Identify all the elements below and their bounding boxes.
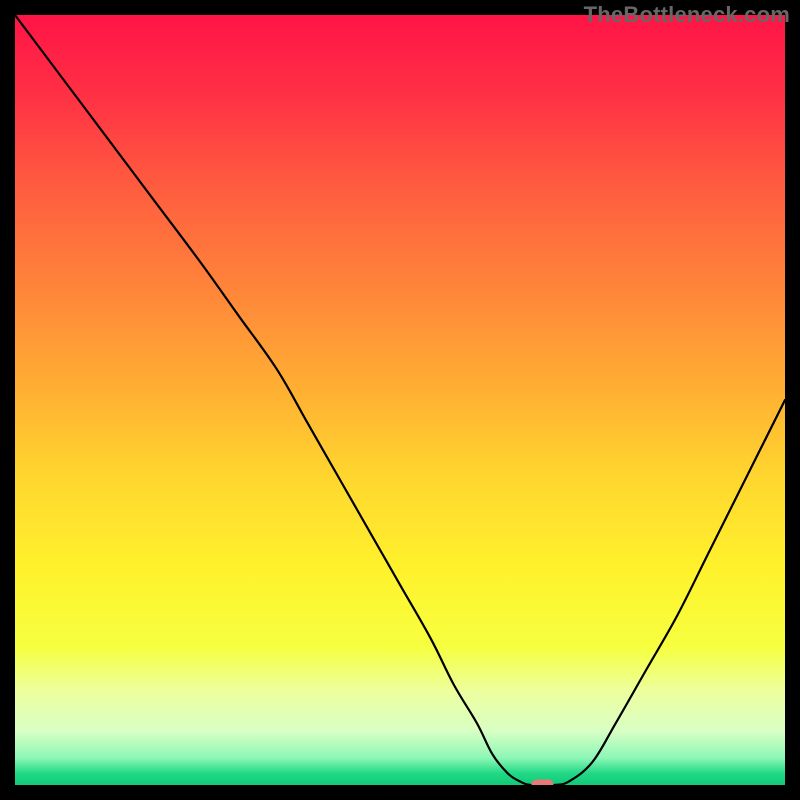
optimal-marker	[531, 780, 553, 786]
plot-area	[15, 15, 785, 785]
gradient-background	[15, 15, 785, 785]
chart-svg	[15, 15, 785, 785]
chart-container: TheBottleneck.com	[0, 0, 800, 800]
watermark-text: TheBottleneck.com	[584, 2, 790, 28]
